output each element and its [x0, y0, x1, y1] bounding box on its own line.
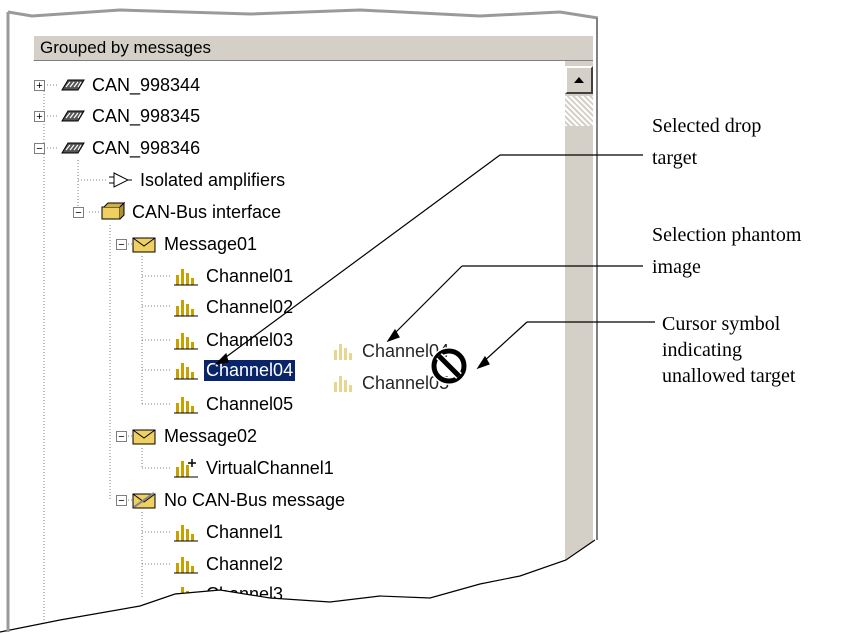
tree-node-no-message[interactable]: No CAN-Bus message: [130, 488, 347, 512]
node-label: Channel02: [206, 296, 294, 317]
annotation-line: Selected drop: [652, 115, 762, 137]
can-device-icon: [61, 142, 85, 154]
node-label: CAN_998346: [92, 137, 201, 158]
channel-bars-icon: [174, 300, 198, 317]
node-label: Message02: [164, 425, 258, 446]
tree-node-message[interactable]: Message02: [130, 424, 259, 448]
column-header[interactable]: Grouped by messages: [33, 35, 593, 61]
tree-node-can[interactable]: CAN_998344: [58, 73, 202, 97]
node-label: VirtualChannel1: [206, 457, 334, 478]
expand-button[interactable]: +: [34, 80, 45, 92]
envelope-icon: [132, 237, 156, 253]
can-device-icon: [61, 79, 85, 91]
collapse-button[interactable]: −: [116, 431, 127, 443]
channel-bars-icon: [174, 557, 198, 574]
node-label: No CAN-Bus message: [164, 489, 346, 510]
amplifier-icon: [109, 172, 132, 188]
annotation-line: Selection phantom: [652, 224, 802, 246]
channel-bars-icon: [174, 587, 198, 604]
annotation-drop-target: Selected drop target: [652, 113, 761, 171]
tree-node-channel[interactable]: Channel2: [172, 552, 285, 576]
vertical-scrollbar[interactable]: [565, 61, 593, 631]
tree-node-canbus-interface[interactable]: CAN-Bus interface: [98, 200, 283, 224]
collapse-button[interactable]: −: [116, 239, 127, 251]
node-label: Channel01: [206, 265, 294, 286]
node-label: Channel05: [206, 393, 294, 414]
collapse-button[interactable]: −: [34, 143, 45, 155]
channel-bars-icon: [334, 344, 352, 360]
node-label: Channel3: [206, 583, 284, 604]
annotation-cursor: Cursor symbol indicating unallowed targe…: [662, 311, 795, 389]
not-allowed-cursor-icon: [430, 347, 468, 385]
channel-bars-icon: [334, 376, 352, 392]
channel-bars-icon: [174, 363, 198, 380]
channel-bars-icon: [174, 333, 198, 350]
tree-node-channel[interactable]: Channel03: [172, 328, 295, 352]
expand-button[interactable]: +: [34, 111, 45, 123]
can-device-icon: [61, 110, 85, 122]
node-label: Channel1: [206, 521, 284, 542]
node-label: CAN-Bus interface: [132, 201, 282, 222]
annotation-phantom: Selection phantom image: [652, 222, 801, 280]
tree-node-channel-selected[interactable]: Channel04: [172, 358, 297, 382]
scroll-up-button[interactable]: [565, 66, 593, 94]
tree-node-channel[interactable]: Channel1: [172, 520, 285, 544]
tree-node-message[interactable]: Message01: [130, 232, 259, 256]
tree-node-channel[interactable]: Channel3: [172, 582, 285, 606]
virtual-channel-icon: [174, 459, 198, 478]
header-title: Grouped by messages: [40, 38, 212, 57]
tree-node-isolated-amplifiers[interactable]: Isolated amplifiers: [106, 168, 287, 192]
tree-node-channel[interactable]: Channel02: [172, 295, 295, 319]
crossed-envelope-icon: [132, 492, 156, 509]
annotation-line: target: [652, 147, 698, 169]
tree-node-can[interactable]: CAN_998346: [58, 136, 202, 160]
tree-panel: Grouped by messages + + − − − − − CAN_99…: [0, 0, 600, 634]
arrow-up-icon: [574, 77, 584, 83]
annotation-line: indicating: [662, 339, 742, 361]
annotation-line: unallowed target: [662, 365, 796, 387]
tree-node-channel[interactable]: Channel05: [172, 392, 295, 416]
bus-interface-icon: [101, 201, 126, 220]
annotation-line: image: [652, 256, 701, 278]
envelope-icon: [132, 429, 156, 445]
node-label: Isolated amplifiers: [140, 169, 286, 190]
node-label: CAN_998345: [92, 105, 201, 126]
node-label: CAN_998344: [92, 74, 201, 95]
scroll-track-pattern[interactable]: [565, 96, 593, 126]
collapse-button[interactable]: −: [116, 495, 127, 507]
channel-bars-icon: [174, 269, 198, 286]
annotation-line: Cursor symbol: [662, 313, 781, 335]
node-label: Channel04: [202, 358, 297, 382]
channel-bars-icon: [174, 525, 198, 542]
tree-node-virtual-channel[interactable]: VirtualChannel1: [172, 456, 336, 480]
collapse-button[interactable]: −: [73, 207, 84, 219]
tree-node-channel[interactable]: Channel01: [172, 264, 295, 288]
tree-node-can[interactable]: CAN_998345: [58, 104, 202, 128]
node-label: Channel2: [206, 553, 284, 574]
node-label: Channel03: [206, 329, 294, 350]
channel-bars-icon: [174, 397, 198, 414]
node-label: Message01: [164, 233, 258, 254]
